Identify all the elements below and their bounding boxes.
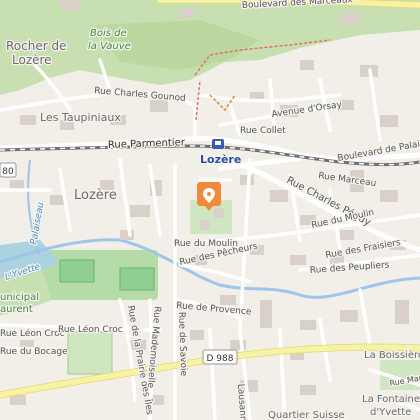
place-label-rocher-2: Lozère: [12, 53, 52, 67]
road-label-leon-croc-a: Rue Léon Croc: [0, 328, 65, 339]
map-canvas[interactable]: D 988 80 Rocher de Lozère Bois de la Vau…: [0, 0, 420, 420]
train-station-window: [215, 141, 221, 145]
route-shield-80: 80: [0, 162, 17, 178]
road-label-leon-croc-b: Rue Léon Croc: [58, 324, 123, 335]
place-label-taupiniaux: Les Taupiniaux: [40, 111, 121, 124]
place-label-fontaine-2: d'Yvette: [370, 407, 411, 418]
road-label-collet: Rue Collet: [240, 126, 286, 136]
sports-field-2: [119, 267, 155, 291]
map-view[interactable]: D 988 80 Rocher de Lozère Bois de la Vau…: [0, 0, 420, 420]
place-label-fontaine: La Fontaine: [362, 394, 420, 405]
road-label-bocage: Rue du Bocage: [0, 347, 68, 357]
place-label-municipal: unicipal: [0, 292, 39, 303]
route-80-label: 80: [2, 167, 14, 177]
place-label-boissiere: La Boissière: [364, 349, 420, 361]
place-label-rocher: Rocher de: [6, 39, 66, 53]
d988-label: D 988: [207, 354, 234, 364]
sports-field-1: [59, 259, 95, 283]
station-label: Lozère: [200, 153, 241, 166]
place-label-bois: Bois de: [90, 28, 127, 39]
place-label-lozere: Lozère: [74, 188, 117, 203]
place-label-quartier-suisse: Quartier Suisse: [268, 410, 345, 420]
allotment-garden: [67, 331, 113, 375]
place-label-municipal-2: aurent: [0, 304, 33, 315]
route-shield-d988: D 988: [202, 349, 238, 365]
place-label-bois-2: la Vauve: [88, 41, 131, 52]
